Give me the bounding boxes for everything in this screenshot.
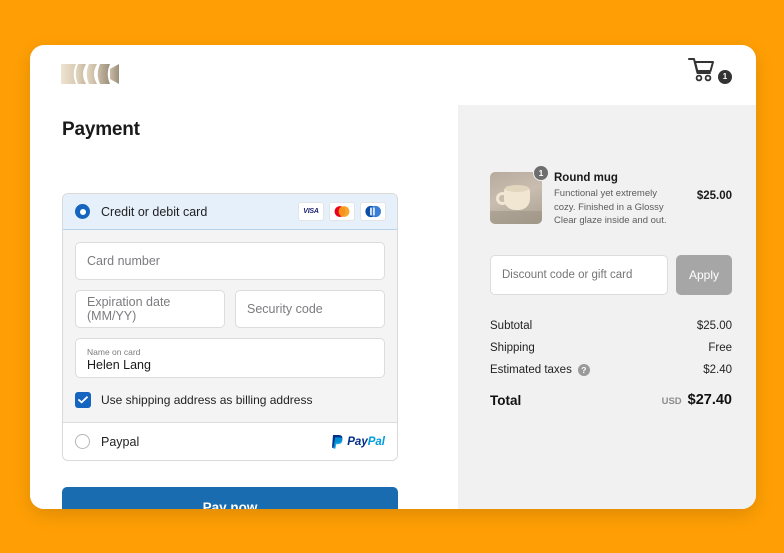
billing-address-row[interactable]: Use shipping address as billing address <box>75 392 385 408</box>
total-line-shipping: Shipping Free <box>490 337 732 359</box>
estimated-taxes-value: $2.40 <box>703 364 732 376</box>
shipping-label: Shipping <box>490 342 535 354</box>
store-header: 1 <box>30 45 756 105</box>
total-line-taxes: Estimated taxes ? $2.40 <box>490 359 732 381</box>
pay-now-button[interactable]: Pay now <box>62 487 398 509</box>
help-circle-icon[interactable]: ? <box>577 364 590 376</box>
card-form: Card number Expiration date (MM/YY) Secu… <box>63 230 397 422</box>
brand-logo-icon[interactable] <box>60 59 122 89</box>
discount-row: Apply <box>490 255 732 295</box>
diners-club-icon <box>360 202 386 221</box>
radio-paypal[interactable] <box>75 434 90 449</box>
order-summary-panel: 1 Round mug Functional yet extremely coz… <box>458 105 756 509</box>
payment-method-card[interactable]: Credit or debit card VISA <box>63 194 397 230</box>
radio-credit-card[interactable] <box>75 204 90 219</box>
paypal-text-pay: Pay <box>347 435 368 448</box>
order-item: 1 Round mug Functional yet extremely coz… <box>490 165 732 228</box>
payment-method-card-label: Credit or debit card <box>101 204 208 219</box>
currency-code: USD <box>661 396 682 407</box>
grand-total-label: Total <box>490 392 522 408</box>
card-number-placeholder: Card number <box>87 254 160 268</box>
total-line-subtotal: Subtotal $25.00 <box>490 315 732 337</box>
subtotal-value: $25.00 <box>696 320 732 332</box>
shopping-cart-icon[interactable]: 1 <box>688 57 732 91</box>
apply-discount-button[interactable]: Apply <box>676 255 732 295</box>
item-quantity-badge: 1 <box>533 165 549 181</box>
billing-address-label: Use shipping address as billing address <box>101 393 313 407</box>
order-item-text: Round mug Functional yet extremely cozy.… <box>554 172 680 228</box>
page-title: Payment <box>62 119 140 140</box>
expiration-date-placeholder: Expiration date (MM/YY) <box>87 295 171 323</box>
security-code-placeholder: Security code <box>247 302 323 316</box>
payment-methods-group: Credit or debit card VISA Card number Ex… <box>62 193 398 461</box>
round-mug-photo <box>490 172 542 224</box>
payment-method-paypal-label: Paypal <box>101 434 140 449</box>
checkout-card: 1 Payment Credit or debit card VISA Card… <box>30 45 756 509</box>
totals-list: Subtotal $25.00 Shipping Free Estimated … <box>490 315 732 415</box>
grand-total-amount: $27.40 <box>687 392 732 408</box>
name-on-card-input[interactable]: Name on card Helen Lang <box>75 338 385 378</box>
paypal-text-pal: Pal <box>367 435 385 448</box>
checkbox-use-shipping-address[interactable] <box>75 392 91 408</box>
payment-section: Payment Credit or debit card VISA Card n… <box>30 105 458 509</box>
total-line-grand: Total USD $27.40 <box>490 385 732 415</box>
shipping-value: Free <box>708 342 732 354</box>
subtotal-label: Subtotal <box>490 320 533 332</box>
estimated-taxes-label: Estimated taxes <box>490 364 572 376</box>
checkout-page: 1 Payment Credit or debit card VISA Card… <box>0 0 784 553</box>
name-on-card-label: Name on card <box>87 346 141 357</box>
name-on-card-value: Helen Lang <box>87 357 151 372</box>
security-code-input[interactable]: Security code <box>235 290 385 328</box>
card-brand-icons: VISA <box>298 202 386 221</box>
card-number-input[interactable]: Card number <box>75 242 385 280</box>
mastercard-icon <box>329 202 355 221</box>
payment-method-paypal[interactable]: Paypal PayPal <box>63 422 397 460</box>
visa-icon: VISA <box>298 202 324 221</box>
paypal-logo-icon: PayPal <box>331 434 385 449</box>
discount-code-input[interactable] <box>490 255 668 295</box>
order-item-description: Functional yet extremely cozy. Finished … <box>554 188 667 226</box>
order-item-price: $25.00 <box>696 190 732 202</box>
order-item-image-wrap: 1 <box>490 165 549 224</box>
order-item-title: Round mug <box>554 172 618 184</box>
cart-count-badge: 1 <box>718 70 732 84</box>
expiration-date-input[interactable]: Expiration date (MM/YY) <box>75 290 225 328</box>
